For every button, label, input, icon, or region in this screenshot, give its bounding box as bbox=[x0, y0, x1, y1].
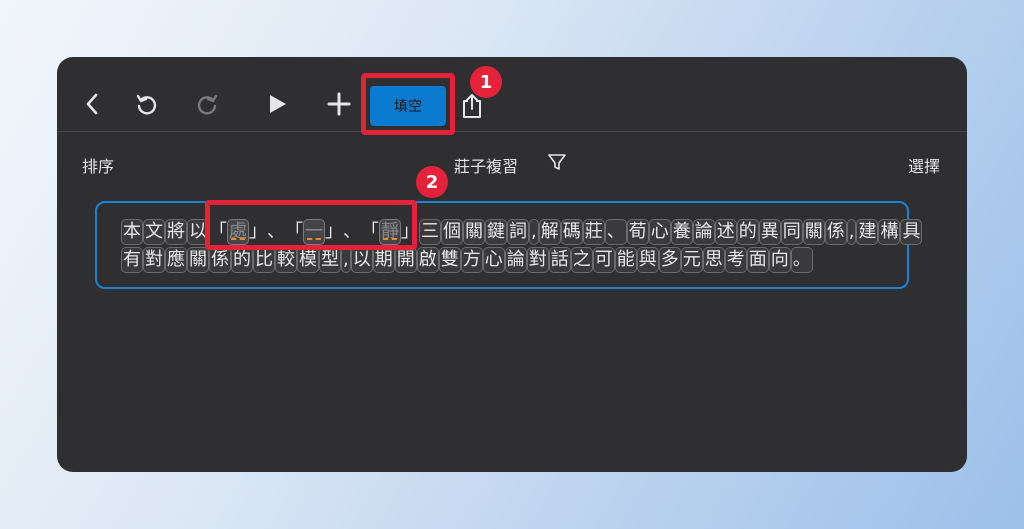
step-badge-2: 2 bbox=[416, 166, 448, 198]
word-token[interactable]: 論 bbox=[504, 247, 527, 273]
word-token[interactable]: 述 bbox=[714, 219, 737, 245]
step-badge-1: 1 bbox=[470, 66, 502, 98]
word-token[interactable]: 莊 bbox=[582, 219, 605, 245]
word-token[interactable]: 比 bbox=[253, 247, 275, 273]
word-token[interactable]: 以 bbox=[350, 247, 373, 273]
word-token[interactable]: 關 bbox=[802, 219, 825, 245]
word-token[interactable]: 能 bbox=[614, 247, 637, 273]
word-token[interactable]: 養 bbox=[670, 219, 693, 245]
word-token[interactable]: , bbox=[341, 247, 351, 273]
word-token[interactable]: 鍵 bbox=[485, 219, 507, 245]
word-token[interactable]: 荀 bbox=[626, 219, 649, 245]
word-token[interactable]: 對 bbox=[526, 247, 549, 273]
word-token[interactable]: 思 bbox=[702, 247, 725, 273]
select-button[interactable]: 選擇 bbox=[908, 153, 940, 177]
word-token[interactable]: 將 bbox=[165, 219, 187, 245]
word-token[interactable]: 開 bbox=[394, 247, 417, 273]
word-token[interactable]: 關 bbox=[463, 219, 485, 245]
highlight-box-2 bbox=[205, 200, 417, 250]
word-token[interactable]: , bbox=[529, 219, 539, 245]
word-token[interactable]: 關 bbox=[187, 247, 209, 273]
word-token[interactable]: 論 bbox=[692, 219, 715, 245]
redo-icon[interactable] bbox=[193, 89, 223, 119]
word-token[interactable]: 建 bbox=[856, 219, 879, 245]
word-token[interactable]: 與 bbox=[636, 247, 659, 273]
word-token[interactable]: 話 bbox=[548, 247, 571, 273]
word-token[interactable]: 面 bbox=[746, 247, 769, 273]
toolbar: 填空 1 bbox=[57, 57, 967, 135]
word-token[interactable]: 心 bbox=[648, 219, 671, 245]
word-token[interactable]: 元 bbox=[680, 247, 703, 273]
word-token[interactable]: 解 bbox=[538, 219, 561, 245]
word-token[interactable]: 文 bbox=[143, 219, 165, 245]
word-token[interactable]: 本 bbox=[121, 219, 143, 245]
document-title: 莊子複習 bbox=[454, 157, 519, 176]
word-token[interactable]: 雙 bbox=[438, 247, 461, 273]
sort-button[interactable]: 排序 bbox=[82, 153, 114, 177]
word-token[interactable]: 模 bbox=[297, 247, 319, 273]
word-token[interactable]: 的 bbox=[736, 219, 759, 245]
text-line-2: 有對應關係的比較模型, 以期開啟雙方心論對話之可能與多元思考面向。 bbox=[121, 247, 813, 273]
word-token[interactable]: 有 bbox=[121, 247, 143, 273]
word-token[interactable]: 三 bbox=[419, 219, 441, 245]
word-token[interactable]: 構 bbox=[878, 219, 901, 245]
word-token[interactable]: , bbox=[846, 219, 857, 245]
highlight-box-1 bbox=[361, 73, 455, 135]
chevron-left-icon[interactable] bbox=[77, 89, 107, 119]
word-token[interactable]: 方 bbox=[460, 247, 483, 273]
app-window: 填空 1 排序 莊子複習 選擇 2 本文將以「處」、「一」、「靜」三個關鍵詞, 解… bbox=[57, 57, 967, 472]
word-token[interactable]: 型 bbox=[319, 247, 341, 273]
word-token[interactable]: 啟 bbox=[416, 247, 439, 273]
plus-icon[interactable] bbox=[324, 89, 354, 119]
word-token[interactable]: 。 bbox=[790, 247, 813, 273]
word-token[interactable]: 期 bbox=[372, 247, 395, 273]
word-token[interactable]: 對 bbox=[143, 247, 165, 273]
filter-icon[interactable] bbox=[545, 150, 569, 174]
word-token[interactable]: 可 bbox=[592, 247, 615, 273]
word-token[interactable]: 多 bbox=[658, 247, 681, 273]
word-token[interactable]: 心 bbox=[482, 247, 505, 273]
play-icon[interactable] bbox=[262, 89, 292, 119]
word-token[interactable]: 較 bbox=[275, 247, 297, 273]
word-token[interactable]: 係 bbox=[209, 247, 231, 273]
word-token[interactable]: 考 bbox=[724, 247, 747, 273]
word-token[interactable]: 向 bbox=[768, 247, 791, 273]
word-token[interactable]: 具 bbox=[900, 219, 923, 245]
word-token[interactable]: 個 bbox=[441, 219, 463, 245]
word-token[interactable]: 同 bbox=[780, 219, 803, 245]
undo-icon[interactable] bbox=[131, 89, 161, 119]
word-token[interactable]: 碼 bbox=[560, 219, 583, 245]
word-token[interactable]: 異 bbox=[758, 219, 781, 245]
word-token[interactable]: 係 bbox=[824, 219, 847, 245]
word-token[interactable]: 的 bbox=[231, 247, 253, 273]
word-token[interactable]: 詞 bbox=[507, 219, 529, 245]
word-token[interactable]: 之 bbox=[570, 247, 593, 273]
word-token[interactable]: 、 bbox=[604, 219, 627, 245]
word-token[interactable]: 應 bbox=[165, 247, 187, 273]
